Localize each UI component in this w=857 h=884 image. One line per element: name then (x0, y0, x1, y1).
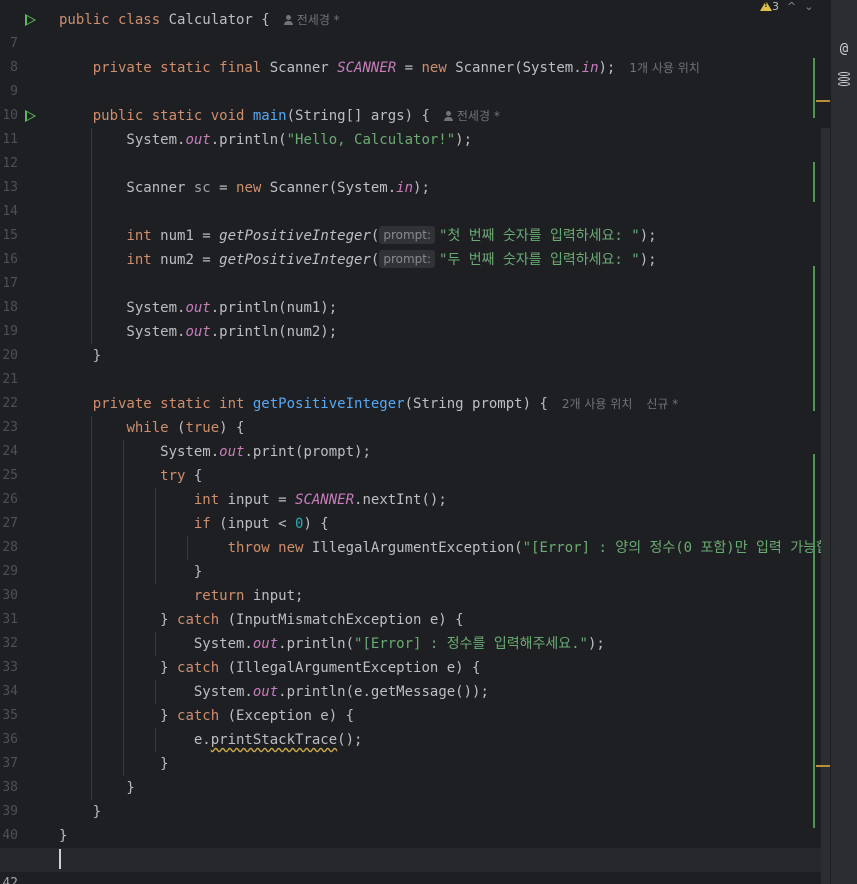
code-line[interactable]: 8 (0, 32, 830, 75)
line-code: System.out.println(e.getMessage()); (59, 684, 489, 700)
line-code: public class Calculator {전세경 * (59, 12, 340, 28)
code-line[interactable]: 9 private static final Scanner SCANNER =… (0, 56, 830, 99)
parameter-hint: prompt: (379, 226, 436, 244)
line-code: if (input < 0) { (193, 516, 329, 532)
author-hint[interactable]: 전세경 * (283, 13, 340, 27)
code-line[interactable]: 11 public static void main(String[] args… (0, 104, 830, 147)
line-code: int num2 = getPositiveInteger(prompt: "두 … (126, 250, 657, 268)
next-highlight-icon[interactable]: ⌄ (804, 0, 813, 13)
line-code: System.out.println("Hello, Calculator!")… (59, 132, 473, 148)
change-marker (813, 58, 815, 118)
line-code: } catch (InputMismatchException e) { (59, 612, 464, 628)
line-code: int input = SCANNER.nextInt(); (193, 492, 447, 508)
code-line[interactable]: 36 } catch (Exception e) { (0, 704, 830, 747)
line-code: } catch (IllegalArgumentException e) { (59, 660, 481, 676)
code-editor[interactable]: 7 public class Calculator {전세경 * 8 9 pri… (0, 0, 830, 884)
code-line[interactable]: 24 while (true) { (0, 416, 830, 459)
code-line[interactable]: 27 int input = SCANNER.nextInt(); (0, 488, 830, 531)
line-code: System.out.println("[Error] : 정수를 입력해주세요… (59, 636, 605, 652)
swirl-icon[interactable]: @ (837, 42, 851, 56)
code-line[interactable]: 22 (0, 368, 830, 411)
code-line[interactable]: 40 } (0, 800, 830, 843)
code-line[interactable]: 37 e.printStackTrace(); (0, 728, 830, 771)
line-number: 42 (2, 876, 18, 884)
database-icon[interactable] (838, 72, 850, 86)
code-line[interactable]: 35 System.out.println(e.getMessage()); (0, 680, 830, 723)
change-marker (813, 454, 815, 828)
line-code: } catch (Exception e) { (59, 708, 355, 724)
code-line[interactable]: 41 } (0, 824, 830, 867)
code-line[interactable]: 32 } catch (InputMismatchException e) { (0, 608, 830, 651)
line-code: System.out.print(prompt); (59, 444, 371, 460)
run-gutter-icon[interactable] (25, 14, 36, 26)
user-icon (283, 15, 293, 25)
modified-marker (816, 765, 830, 767)
parameter-hint: prompt: (379, 250, 436, 268)
usage-hint[interactable]: 1개 사용 위치 (629, 61, 699, 75)
code-line[interactable]: 34 } catch (IllegalArgumentException e) … (0, 656, 830, 699)
line-code: throw new IllegalArgumentException("[Err… (227, 540, 830, 556)
code-line[interactable]: 29 throw new IllegalArgumentException("[… (0, 536, 830, 579)
code-line[interactable]: 26 try { (0, 464, 830, 507)
line-code: } (59, 564, 203, 580)
code-line[interactable]: 38 } (0, 752, 830, 795)
new-hint[interactable]: 신규 * (646, 397, 678, 411)
code-line[interactable]: 16 int num1 = getPositiveInteger(prompt:… (0, 224, 830, 267)
run-gutter-icon[interactable] (25, 110, 36, 122)
code-line[interactable]: 15 (0, 200, 830, 243)
code-line[interactable]: 28 if (input < 0) { (0, 512, 830, 555)
line-code: } (59, 828, 68, 844)
line-code: } (59, 780, 135, 796)
code-line[interactable]: 20 System.out.println(num2); (0, 320, 830, 363)
code-line[interactable]: 33 System.out.println("[Error] : 정수를 입력해… (0, 632, 830, 675)
line-code: public static void main(String[] args) {… (92, 108, 500, 124)
line-code: return input; (193, 588, 304, 604)
code-line[interactable]: 7 public class Calculator {전세경 * (0, 8, 830, 51)
right-tool-sidebar: @ (830, 0, 857, 884)
code-line[interactable]: 19 System.out.println(num1); (0, 296, 830, 339)
change-marker (813, 266, 815, 411)
change-marker (813, 162, 815, 202)
inspection-widget[interactable]: 3 ^ ⌄ (760, 0, 813, 14)
vertical-scrollbar[interactable] (821, 128, 830, 884)
line-code: private static int getPositiveInteger(St… (92, 396, 679, 412)
code-line[interactable]: 14 Scanner sc = new Scanner(System.in); (0, 176, 830, 219)
code-line[interactable]: 39 } (0, 776, 830, 819)
line-code: } (59, 804, 102, 820)
modified-marker (816, 100, 830, 102)
code-line[interactable]: 18 (0, 272, 830, 315)
line-code: } (59, 348, 102, 364)
previous-highlight-icon[interactable]: ^ (787, 0, 796, 13)
user-icon (443, 111, 453, 121)
line-code: try { (160, 468, 203, 484)
code-line[interactable]: 21 } (0, 344, 830, 387)
code-line[interactable]: 31 return input; (0, 584, 830, 627)
code-line[interactable]: 25 System.out.print(prompt); (0, 440, 830, 483)
line-code: private static final Scanner SCANNER = n… (92, 60, 700, 76)
warning-count: 3 (772, 0, 779, 13)
line-code: System.out.println(num1); (59, 300, 338, 316)
line-code: while (true) { (126, 420, 245, 436)
line-code: e.printStackTrace(); (59, 732, 363, 748)
line-code: int num1 = getPositiveInteger(prompt: "첫 … (126, 226, 657, 244)
code-line[interactable]: 13 (0, 152, 830, 195)
code-line[interactable]: 23 private static int getPositiveInteger… (0, 392, 830, 435)
usage-hint[interactable]: 2개 사용 위치 (562, 397, 632, 411)
code-line[interactable]: 12 System.out.println("Hello, Calculator… (0, 128, 830, 171)
code-line-current[interactable]: 42 (0, 848, 830, 884)
text-caret (59, 849, 61, 869)
warning-icon (760, 0, 772, 11)
code-line[interactable]: 17 int num2 = getPositiveInteger(prompt:… (0, 248, 830, 291)
code-line[interactable]: 30 } (0, 560, 830, 603)
author-hint[interactable]: 전세경 * (443, 109, 500, 123)
code-line[interactable]: 10 (0, 80, 830, 123)
line-code: System.out.println(num2); (59, 324, 338, 340)
line-code: } (59, 756, 169, 772)
line-code: Scanner sc = new Scanner(System.in); (59, 180, 430, 196)
